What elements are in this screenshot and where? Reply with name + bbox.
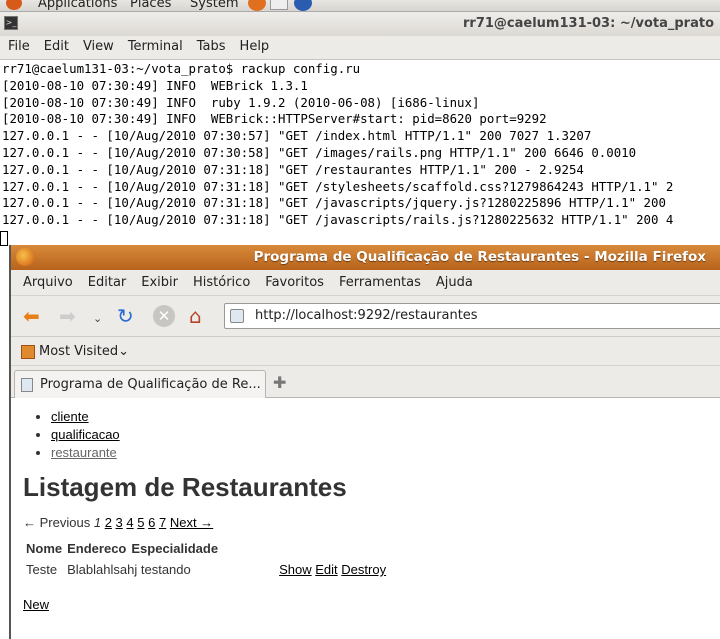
page-content: cliente qualificacao restaurante Listage…	[11, 398, 720, 639]
pagination-previous: ← Previous	[23, 515, 91, 530]
terminal-icon: >_	[4, 16, 18, 30]
menu-terminal[interactable]: Terminal	[128, 36, 183, 59]
terminal-cursor	[0, 231, 8, 246]
page-title: Listagem de Restaurantes	[23, 472, 347, 502]
link-qualificacao[interactable]: qualificacao	[51, 427, 120, 442]
tab-restaurantes[interactable]: Programa de Qualificação de Re...	[14, 370, 266, 399]
new-tab-plus-icon[interactable]: ✚	[273, 373, 286, 392]
cell-endereco: Blablahlsahj	[67, 562, 138, 577]
firefox-window: Programa de Qualificação de Restaurantes…	[9, 245, 720, 639]
menu-tabs[interactable]: Tabs	[197, 36, 226, 59]
page-link[interactable]: 4	[126, 515, 133, 530]
bookmarks-toolbar: Most Visited⌄	[11, 338, 720, 366]
page-link[interactable]: 2	[105, 515, 112, 530]
stop-icon[interactable]: ✕	[153, 305, 175, 327]
page-link[interactable]: 3	[116, 515, 123, 530]
forward-arrow-icon[interactable]: ➡	[59, 306, 76, 326]
firefox-titlebar[interactable]: Programa de Qualificação de Restaurantes…	[11, 245, 720, 270]
terminal-line: 127.0.0.1 - - [10/Aug/2010 07:31:18] "GE…	[2, 161, 584, 177]
help-launcher-icon[interactable]	[294, 0, 312, 11]
most-visited-bookmark[interactable]: Most Visited⌄	[39, 344, 129, 359]
destroy-link[interactable]: Destroy	[341, 562, 386, 577]
menu-editar[interactable]: Editar	[88, 270, 127, 295]
firefox-logo-icon	[16, 248, 34, 266]
most-visited-label: Most Visited	[39, 344, 119, 359]
terminal-output[interactable]: rr71@caelum131-03:~/vota_prato$ rackup c…	[0, 60, 720, 246]
terminal-line: 127.0.0.1 - - [10/Aug/2010 07:31:18] "GE…	[2, 195, 666, 211]
link-cliente[interactable]: cliente	[51, 409, 89, 424]
pagination-current: 1	[93, 515, 102, 530]
menu-favoritos[interactable]: Favoritos	[265, 270, 324, 295]
page-nav: cliente qualificacao restaurante	[51, 408, 120, 462]
back-arrow-icon[interactable]: ⬅	[23, 306, 40, 326]
terminal-line: 127.0.0.1 - - [10/Aug/2010 07:30:58] "GE…	[2, 144, 637, 160]
terminal-line: [2010-08-10 07:30:49] INFO WEBrick::HTTP…	[2, 111, 547, 127]
menu-ajuda[interactable]: Ajuda	[436, 270, 473, 295]
terminal-titlebar[interactable]: >_ rr71@caelum131-03: ~/vota_prato	[0, 12, 720, 36]
table-row: Teste Blablahlsahj testando Show Edit De…	[26, 562, 388, 577]
ubuntu-logo-icon	[6, 0, 22, 10]
column-nome: Nome	[26, 541, 63, 556]
cell-especialidade: testando	[140, 562, 191, 577]
chevron-down-icon: ⌄	[118, 344, 130, 359]
terminal-line: 127.0.0.1 - - [10/Aug/2010 07:30:57] "GE…	[2, 128, 592, 144]
url-bar[interactable]: http://localhost:9292/restaurantes	[224, 303, 720, 329]
panel-system[interactable]: System	[190, 0, 238, 11]
terminal-line: rr71@caelum131-03:~/vota_prato$ rackup c…	[2, 61, 361, 76]
link-restaurante[interactable]: restaurante	[51, 445, 117, 460]
menu-file[interactable]: File	[8, 36, 30, 59]
show-link[interactable]: Show	[279, 562, 312, 577]
menu-exibir[interactable]: Exibir	[141, 270, 178, 295]
menu-help[interactable]: Help	[240, 36, 270, 59]
edit-link[interactable]: Edit	[315, 562, 337, 577]
menu-ferramentas[interactable]: Ferramentas	[339, 270, 421, 295]
firefox-menubar: Arquivo Editar Exibir Histórico Favorito…	[11, 270, 720, 296]
terminal-line: [2010-08-10 07:30:49] INFO WEBrick 1.3.1	[2, 77, 308, 93]
menu-historico[interactable]: Histórico	[193, 270, 250, 295]
page-link[interactable]: 6	[148, 515, 155, 530]
page-icon	[21, 378, 33, 392]
tab-strip: Programa de Qualificação de Re... ✚	[11, 367, 720, 399]
pagination: ← Previous 1 2 3 4 5 6 7 Next →	[23, 515, 213, 530]
pagination-next[interactable]: Next →	[170, 515, 213, 530]
terminal-menubar: File Edit View Terminal Tabs Help	[0, 36, 720, 60]
site-identity-icon[interactable]	[230, 309, 244, 323]
rss-folder-icon	[21, 345, 35, 359]
firefox-launcher-icon[interactable]	[248, 0, 266, 11]
cell-nome: Teste	[26, 562, 58, 577]
page-link[interactable]: 5	[137, 515, 144, 530]
page-link[interactable]: 7	[159, 515, 166, 530]
panel-places[interactable]: Places	[130, 0, 171, 11]
home-icon[interactable]: ⌂	[189, 306, 202, 326]
mail-launcher-icon[interactable]	[270, 0, 288, 10]
table-header: Nome Endereco Especialidade	[26, 541, 388, 556]
terminal-line: 127.0.0.1 - - [10/Aug/2010 07:31:18] "GE…	[2, 178, 674, 194]
navigation-toolbar: ⬅ ➡ ⌄ ↻ ✕ ⌂ http://localhost:9292/restau…	[11, 297, 720, 337]
reload-icon[interactable]: ↻	[117, 306, 134, 326]
column-endereco: Endereco	[67, 541, 127, 556]
terminal-title: rr71@caelum131-03: ~/vota_prato	[463, 16, 714, 31]
menu-arquivo[interactable]: Arquivo	[23, 270, 73, 295]
url-input[interactable]: http://localhost:9292/restaurantes	[255, 308, 478, 323]
menu-edit[interactable]: Edit	[44, 36, 69, 59]
column-especialidade: Especialidade	[131, 541, 219, 556]
panel-applications[interactable]: Applications	[38, 0, 117, 11]
menu-view[interactable]: View	[83, 36, 114, 59]
terminal-line: [2010-08-10 07:30:49] INFO ruby 1.9.2 (2…	[2, 94, 480, 110]
tab-title: Programa de Qualificação de Re...	[40, 377, 261, 392]
restaurantes-table: Nome Endereco Especialidade Teste Blabla…	[23, 535, 391, 583]
cell-actions: Show Edit Destroy	[223, 562, 388, 577]
firefox-title: Programa de Qualificação de Restaurantes…	[253, 249, 706, 265]
top-panel: Applications Places System	[0, 0, 720, 12]
new-link[interactable]: New	[23, 597, 49, 612]
cell-endereco-especialidade: Blablahlsahj testando	[67, 562, 220, 577]
terminal-line: 127.0.0.1 - - [10/Aug/2010 07:31:18] "GE…	[2, 212, 674, 228]
history-chevron-down-icon[interactable]: ⌄	[93, 309, 102, 329]
